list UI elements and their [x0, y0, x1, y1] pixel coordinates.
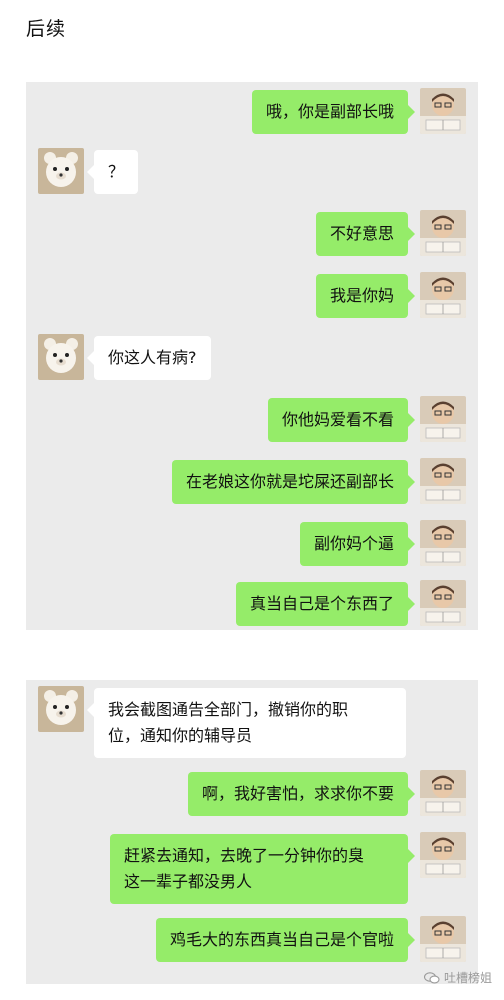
message-row: 我会截图通告全部门，撤销你的职 位，通知你的辅导员 — [26, 686, 478, 758]
message-bubble: 赶紧去通知，去晚了一分钟你的臭 这一辈子都没男人 — [110, 834, 415, 904]
my-avatar — [420, 272, 466, 318]
message-bubble: 真当自己是个东西了 — [235, 582, 416, 626]
message-row: 你他妈爱看不看 — [26, 396, 478, 442]
message-bubble: 你这人有病? — [87, 336, 211, 380]
message-row: 在老娘这你就是坨屎还副部长 — [26, 458, 478, 504]
watermark: 吐槽榜姐 — [423, 969, 492, 986]
my-avatar — [420, 88, 466, 134]
message-bubble: 你他妈爱看不看 — [267, 398, 416, 442]
my-avatar — [420, 396, 466, 442]
wechat-icon — [423, 971, 440, 983]
message-row: 赶紧去通知，去晚了一分钟你的臭 这一辈子都没男人 — [26, 832, 478, 904]
my-avatar — [420, 832, 466, 878]
message-row: 不好意思 — [26, 210, 478, 256]
my-avatar — [420, 520, 466, 566]
message-row: 真当自己是个东西了 — [26, 580, 478, 626]
message-bubble: 副你妈个逼 — [299, 522, 416, 566]
message-bubble: 啊，我好害怕，求求你不要 — [187, 772, 416, 816]
my-avatar — [420, 770, 466, 816]
watermark-text: 吐槽榜姐 — [443, 971, 492, 985]
chat-screenshot-1: 哦，你是副部长哦 ？ 不好意思 我是你妈 你这人有病? 你他妈爱看不看 在老娘这… — [26, 82, 478, 630]
chat-screenshot-2: 我会截图通告全部门，撤销你的职 位，通知你的辅导员 啊，我好害怕，求求你不要 赶… — [26, 680, 478, 984]
my-avatar — [420, 580, 466, 626]
post-title: 后续 — [26, 18, 67, 40]
message-bubble: 在老娘这你就是坨屎还副部长 — [171, 460, 416, 504]
message-bubble: 我会截图通告全部门，撤销你的职 位，通知你的辅导员 — [87, 688, 406, 758]
message-bubble: ？ — [86, 150, 139, 194]
message-row: 我是你妈 — [26, 272, 478, 318]
message-row: ？ — [26, 148, 478, 194]
message-bubble: 哦，你是副部长哦 — [251, 90, 416, 134]
contact-avatar — [38, 686, 84, 732]
message-row: 哦，你是副部长哦 — [26, 88, 478, 134]
message-bubble: 鸡毛大的东西真当自己是个官啦 — [155, 918, 416, 962]
my-avatar — [420, 210, 466, 256]
message-bubble: 不好意思 — [315, 212, 416, 256]
my-avatar — [420, 916, 466, 962]
contact-avatar — [38, 334, 84, 380]
contact-avatar — [38, 148, 84, 194]
message-row: 啊，我好害怕，求求你不要 — [26, 770, 478, 816]
message-bubble: 我是你妈 — [315, 274, 416, 318]
message-row: 你这人有病? — [26, 334, 478, 380]
my-avatar — [420, 458, 466, 504]
message-row: 鸡毛大的东西真当自己是个官啦 — [26, 916, 478, 962]
message-row: 副你妈个逼 — [26, 520, 478, 566]
